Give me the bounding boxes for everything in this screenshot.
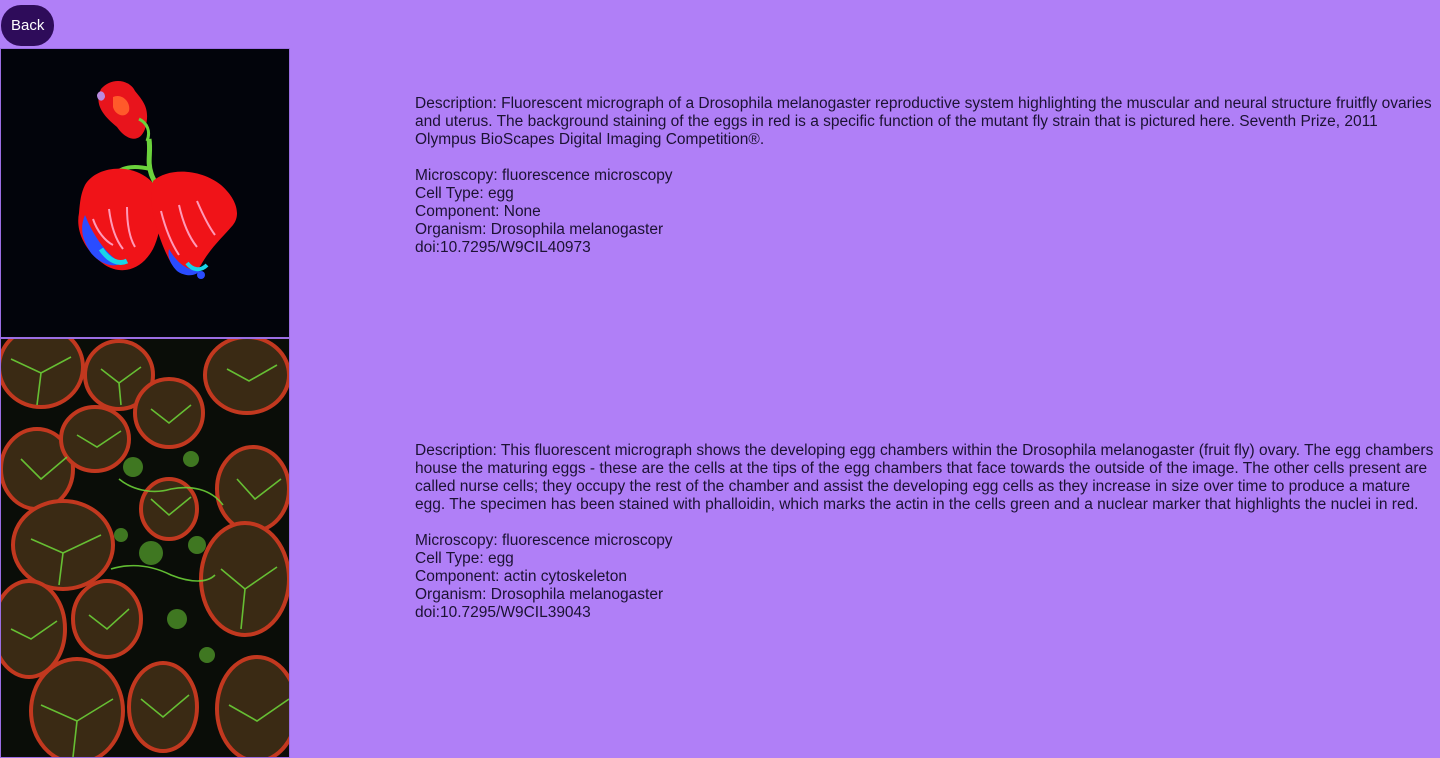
- image-metadata: Description: Fluorescent micrograph of a…: [415, 95, 1440, 257]
- doi-value: doi:10.7295/W9CIL40973: [415, 239, 591, 256]
- cell-type-value: Cell Type: egg: [415, 185, 514, 202]
- image-description: Description: Fluorescent micrograph of a…: [415, 95, 1432, 148]
- micrograph-image: [1, 339, 289, 757]
- component-value: Component: actin cytoskeleton: [415, 568, 627, 585]
- microscopy-value: Microscopy: fluorescence microscopy: [415, 167, 673, 184]
- micrograph-thumbnail-egg-chambers[interactable]: [0, 338, 290, 758]
- microscopy-value: Microscopy: fluorescence microscopy: [415, 532, 673, 549]
- component-value: Component: None: [415, 203, 541, 220]
- organism-value: Organism: Drosophila melanogaster: [415, 221, 664, 238]
- image-description: Description: This fluorescent micrograph…: [415, 442, 1434, 513]
- back-button[interactable]: Back: [1, 5, 55, 46]
- micrograph-thumbnail-ovary-reproductive-system[interactable]: [0, 48, 290, 338]
- image-entry: Description: This fluorescent micrograph…: [0, 338, 1440, 758]
- cell-image-library-page: Back Description: Fluorescent micrograph…: [0, 0, 1440, 758]
- image-metadata: Description: This fluorescent micrograph…: [415, 442, 1440, 622]
- image-entry: Description: Fluorescent micrograph of a…: [0, 48, 1440, 338]
- doi-value: doi:10.7295/W9CIL39043: [415, 604, 591, 621]
- cell-type-value: Cell Type: egg: [415, 550, 514, 567]
- micrograph-image: [1, 49, 289, 337]
- organism-value: Organism: Drosophila melanogaster: [415, 586, 664, 603]
